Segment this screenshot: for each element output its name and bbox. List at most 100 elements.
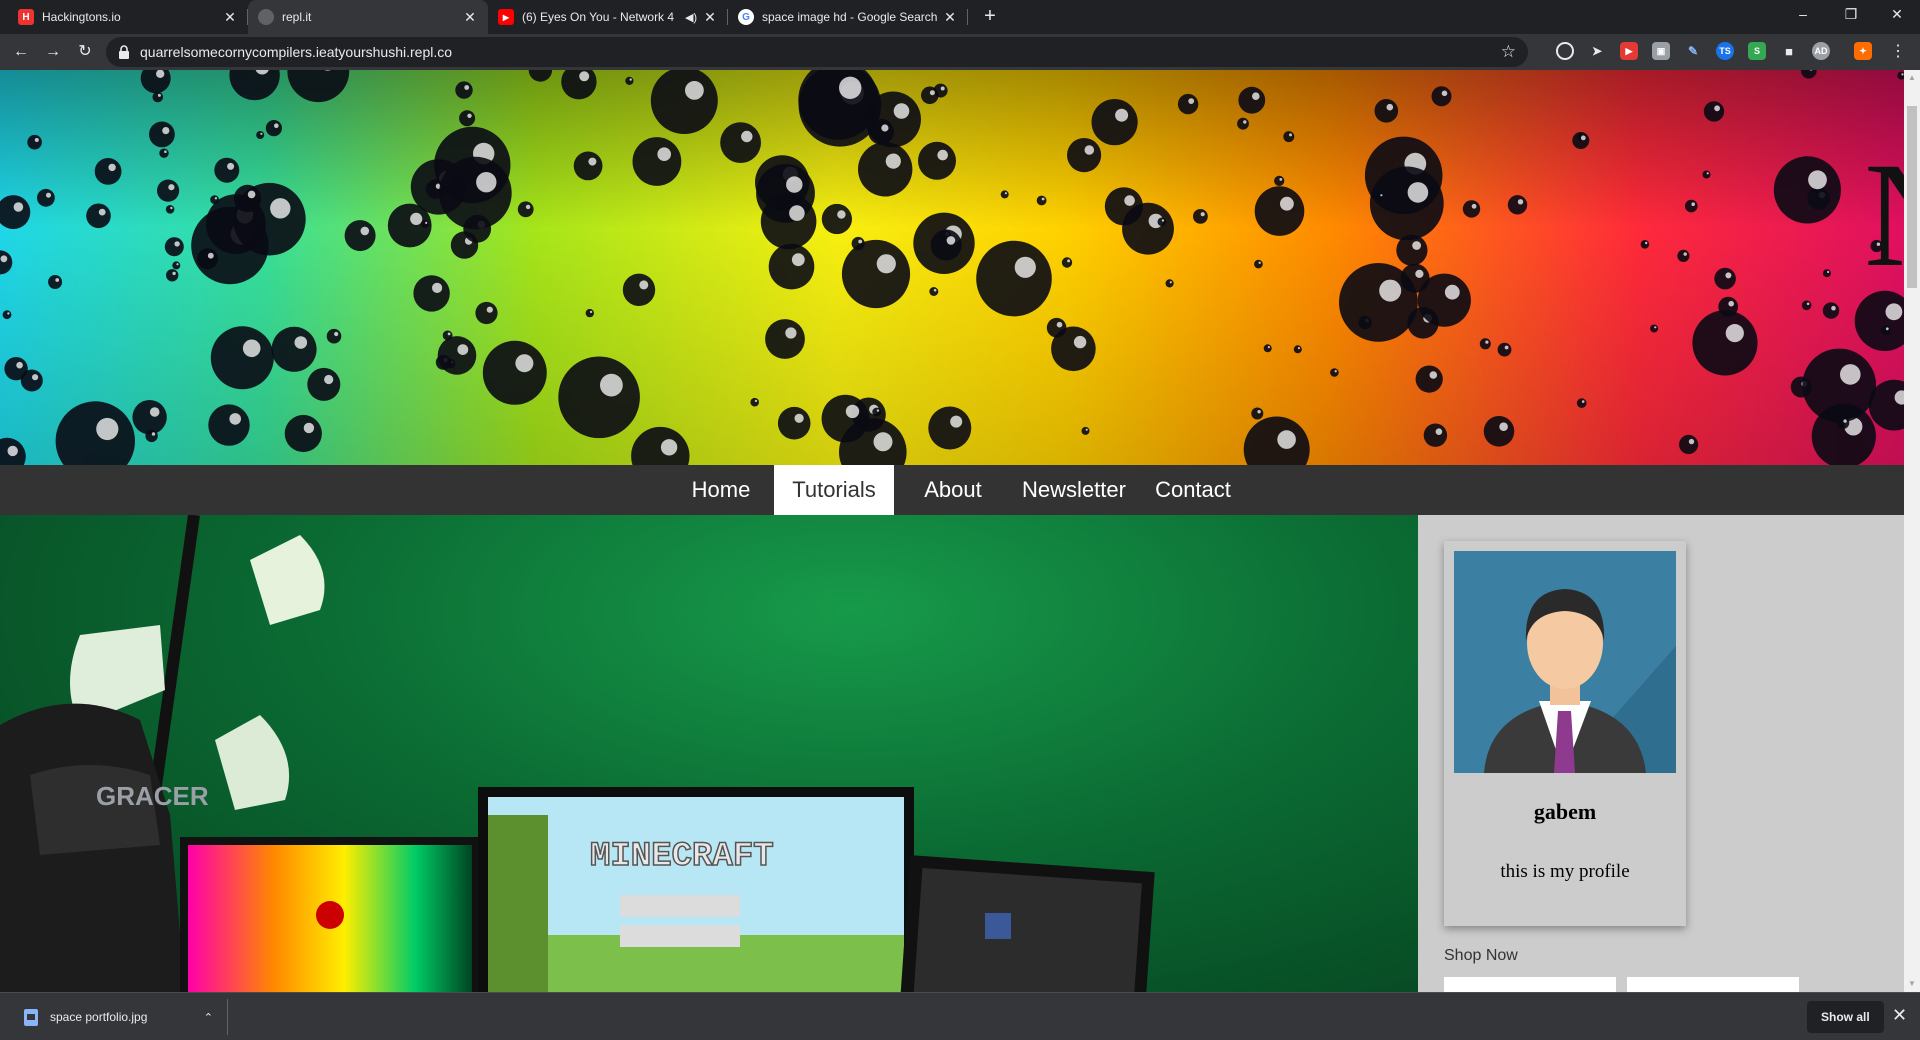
show-all-button[interactable]: Show all [1807,1001,1884,1033]
droplet [858,142,913,197]
nav-tutorials[interactable]: Tutorials [774,465,894,515]
close-tab-icon[interactable]: ✕ [462,9,478,26]
extension-metamask-icon[interactable]: ✦ [1854,42,1872,60]
back-arrow-icon[interactable]: ← [9,40,33,64]
droplet-highlight [1504,345,1509,350]
droplet-highlight [294,336,308,349]
download-shelf: space portfolio.jpg ⌃ Show all ✕ [0,992,1920,1040]
droplet-highlight [432,282,443,293]
profile-card: gabem this is my profile [1444,541,1686,926]
droplet-highlight [7,312,10,315]
extension-record-icon[interactable]: ▶ [1620,42,1638,60]
droplet [208,404,250,446]
droplet-highlight [940,86,945,91]
droplet [475,301,498,325]
scroll-down-icon[interactable]: ▼ [1904,976,1920,992]
droplet-highlight [1267,346,1270,349]
droplet [585,308,594,318]
close-shelf-icon[interactable]: ✕ [1892,1005,1907,1026]
nav-contact[interactable]: Contact [1138,465,1248,515]
droplet [1497,342,1512,357]
scrollbar-thumb[interactable] [1907,106,1917,288]
droplet-highlight [98,208,106,216]
droplet-highlight [164,150,167,153]
droplet [1243,416,1310,465]
extension-camera-icon[interactable]: ■ [1780,42,1798,60]
droplet-highlight [1441,90,1448,97]
droplet [265,120,282,137]
close-tab-icon[interactable]: ✕ [702,9,718,26]
droplet-highlight [55,278,60,282]
droplet-highlight [1041,197,1045,201]
tab-google[interactable]: G space image hd - Google Search ✕ [728,0,968,34]
nav-newsletter[interactable]: Newsletter [1004,465,1144,515]
droplet [271,326,317,372]
extension-screenshot-icon[interactable]: ▣ [1652,42,1670,60]
droplet-highlight [476,172,497,193]
tab-strip: H Hackingtons.io ✕ repl.it ✕ ▶ (6) Eyes … [0,0,1920,34]
droplet-highlight [1279,178,1283,181]
close-tab-icon[interactable]: ✕ [222,9,238,26]
minimize-button[interactable]: – [1780,0,1826,30]
scroll-up-icon[interactable]: ▲ [1904,70,1920,86]
speaker-icon[interactable]: ◀) [680,11,702,24]
extension-eyedropper-icon[interactable]: ✎ [1684,42,1702,60]
droplet [1773,156,1841,224]
droplet-highlight [1429,371,1438,379]
droplet-highlight [685,81,704,100]
droplet [455,81,473,99]
tab-youtube[interactable]: ▶ (6) Eyes On You - Network 4 ◀) ✕ [488,0,728,34]
droplet-highlight [1827,270,1830,274]
bookmark-star-icon[interactable]: ☆ [1501,42,1516,62]
extension-ad-icon[interactable]: AD [1812,42,1830,60]
droplet [1104,187,1143,226]
shop-item[interactable] [1627,977,1799,992]
droplet [821,394,870,443]
droplet [1702,170,1711,179]
new-tab-button[interactable]: + [978,5,1002,29]
droplet [172,261,181,270]
extension-translate-icon[interactable]: TS [1716,42,1734,60]
download-item[interactable]: space portfolio.jpg ⌃ [10,999,228,1035]
tab-title: Hackingtons.io [42,10,121,24]
page-scrollbar[interactable]: ▲ ▼ [1904,70,1920,992]
reload-icon[interactable]: ↻ [73,40,97,64]
banner-title-text: N [1864,140,1904,290]
tab-replit[interactable]: repl.it ✕ [248,0,488,34]
droplet-highlight [1334,370,1337,373]
droplet [1479,338,1491,350]
extension-drive-icon[interactable] [1556,42,1574,60]
droplet [558,356,640,439]
tab-hackingtons[interactable]: H Hackingtons.io ✕ [8,0,248,34]
droplet [1193,209,1208,224]
forward-arrow-icon[interactable]: → [41,40,65,64]
droplet [152,91,164,103]
droplet-highlight [274,123,279,128]
droplet-highlight [1073,335,1087,349]
extension-cursor-icon[interactable]: ➤ [1588,42,1606,60]
close-window-button[interactable]: ✕ [1874,0,1920,30]
chevron-up-icon[interactable]: ⌃ [204,1011,213,1024]
shop-item[interactable] [1444,977,1616,992]
droplet-highlight [1415,269,1424,278]
tab-title: repl.it [282,10,312,24]
droplet [1572,132,1590,149]
droplet-highlight [1725,272,1732,279]
droplet [625,76,634,85]
droplet-highlight [1885,327,1889,331]
extension-s-icon[interactable]: S [1748,42,1766,60]
droplet [20,369,43,392]
nav-about[interactable]: About [898,465,1008,515]
droplet [1801,70,1817,79]
droplet-highlight [1386,103,1394,111]
close-tab-icon[interactable]: ✕ [942,9,958,26]
restore-button[interactable]: ❐ [1828,0,1874,30]
droplet [1081,426,1090,435]
nav-home[interactable]: Home [666,465,776,515]
droplet [197,248,219,270]
download-filename: space portfolio.jpg [50,1010,148,1024]
menu-kebab-icon[interactable]: ⋮ [1886,40,1910,64]
droplet-highlight [457,344,469,355]
address-bar[interactable]: quarrelsomecornycompilers.ieatyourshushi… [106,37,1528,67]
droplet-highlight [794,413,804,423]
